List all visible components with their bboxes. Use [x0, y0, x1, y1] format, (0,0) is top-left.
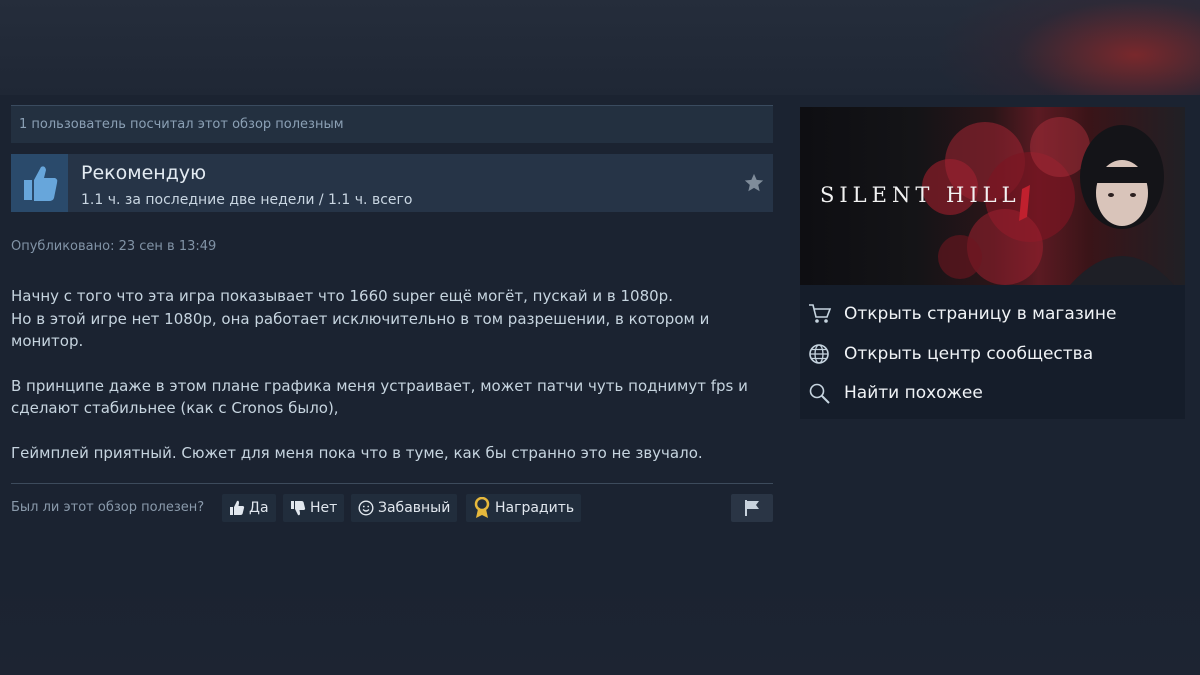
posted-date: Опубликовано: 23 сен в 13:49	[11, 239, 217, 254]
review-card: 1 пользователь посчитал этот обзор полез…	[11, 105, 773, 522]
helpful-count: 1 пользователь посчитал этот обзор полез…	[11, 105, 773, 143]
award-icon	[474, 497, 490, 518]
cart-icon	[809, 304, 832, 323]
funny-button[interactable]: Забавный	[351, 494, 458, 522]
thumbs-up-icon	[11, 154, 68, 212]
rating-question: Был ли этот обзор полезен?	[11, 500, 205, 515]
thumbs-down-icon	[291, 501, 306, 516]
flag-icon	[745, 500, 759, 516]
search-icon	[809, 383, 830, 404]
yes-button[interactable]: Да	[222, 494, 276, 522]
bottom-area	[0, 580, 1200, 675]
playtime: 1.1 ч. за последние две недели / 1.1 ч. …	[81, 192, 413, 208]
review-verdict: Рекомендую 1.1 ч. за последние две недел…	[11, 154, 773, 212]
review-paragraph: Начну с того что эта игра показывает что…	[11, 287, 710, 350]
game-capsule-image[interactable]: SILENT HILL	[800, 107, 1185, 285]
yes-label: Да	[249, 500, 269, 516]
report-flag-button[interactable]	[731, 494, 773, 522]
rating-row: Был ли этот обзор полезен? Да Нет Забавн…	[11, 493, 773, 523]
review-body: Начну с того что эта игра показывает что…	[11, 285, 761, 486]
review-paragraph: В принципе даже в этом плане графика мен…	[11, 376, 748, 418]
find-similar-label: Найти похожее	[844, 383, 983, 403]
review-paragraph: Геймплей приятный. Сюжет для меня пока ч…	[11, 443, 703, 462]
game-logo-title: SILENT HILL	[820, 183, 1021, 207]
funny-label: Забавный	[378, 500, 451, 516]
smiley-icon	[358, 500, 374, 516]
no-label: Нет	[310, 500, 338, 516]
find-similar-link[interactable]: Найти похожее	[808, 378, 983, 408]
store-page-link[interactable]: Открыть страницу в магазине	[808, 299, 1116, 329]
award-button[interactable]: Наградить	[466, 494, 582, 522]
award-label: Наградить	[495, 500, 575, 516]
divider	[11, 483, 773, 484]
globe-icon	[809, 344, 829, 364]
store-page-label: Открыть страницу в магазине	[844, 304, 1117, 324]
top-banner	[0, 0, 1200, 95]
community-hub-label: Открыть центр сообщества	[844, 344, 1094, 364]
thumbs-up-icon	[230, 500, 245, 515]
no-button[interactable]: Нет	[283, 494, 345, 522]
community-hub-link[interactable]: Открыть центр сообщества	[808, 339, 1093, 369]
game-side-panel: SILENT HILL Открыть страницу в магазине …	[800, 107, 1185, 419]
verdict-title: Рекомендую	[81, 162, 207, 184]
star-icon[interactable]	[743, 172, 765, 198]
